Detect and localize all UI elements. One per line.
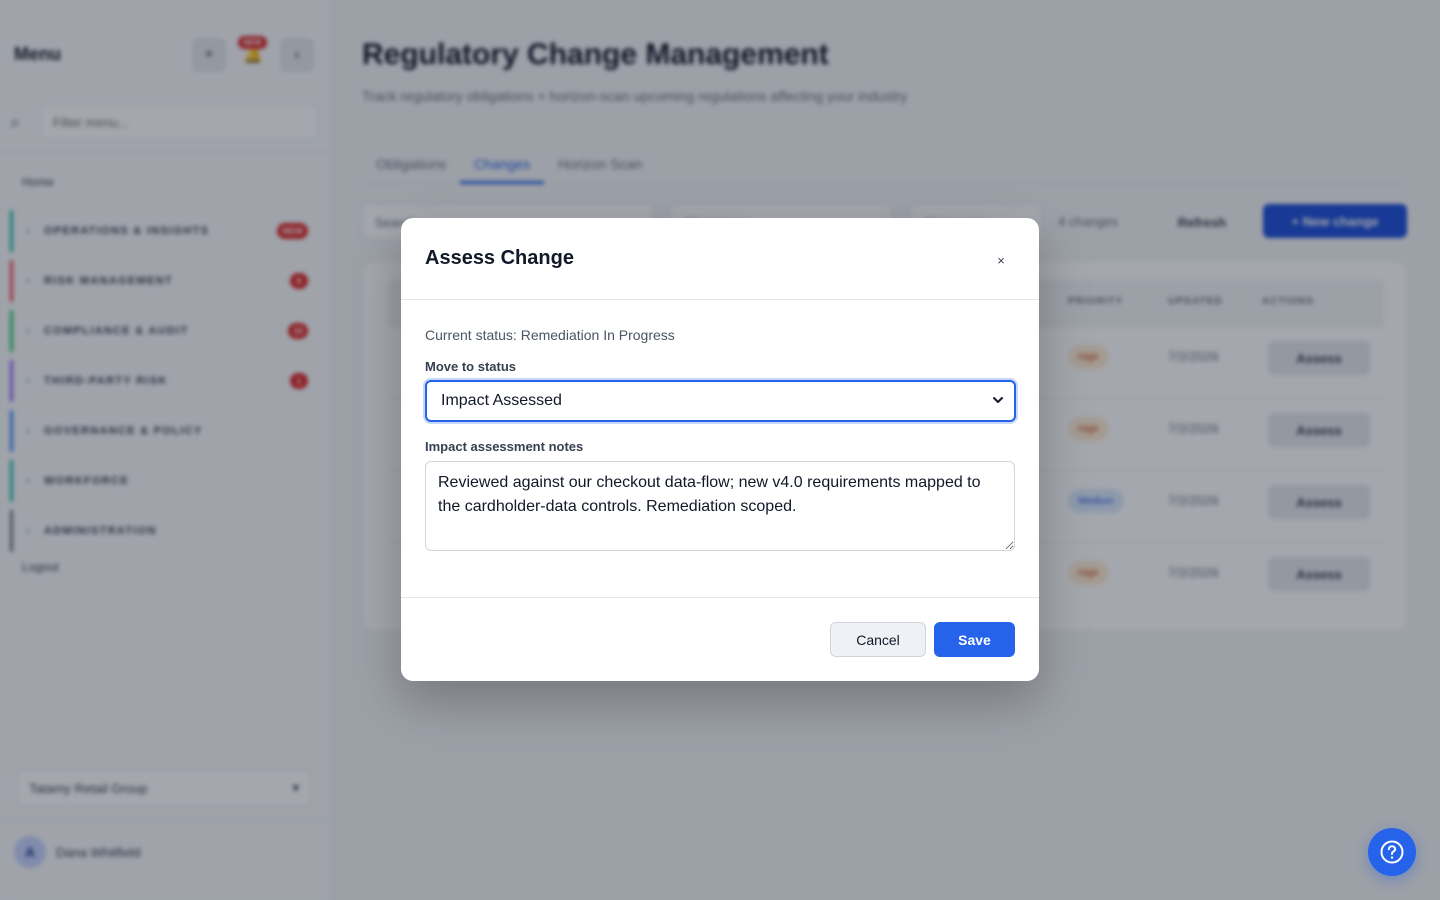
impact-notes-textarea[interactable]: Reviewed against our checkout data-flow;…: [425, 461, 1015, 551]
selected-status: Impact Assessed: [441, 392, 562, 409]
current-status-text: Current status: Remediation In Progress: [425, 327, 675, 343]
chevron-down-icon: [993, 397, 1003, 403]
cancel-button[interactable]: Cancel: [830, 622, 926, 657]
notes-label: Impact assessment notes: [425, 439, 584, 454]
dialog-title: Assess Change: [425, 247, 574, 269]
dialog-footer: Cancel Save: [401, 597, 1039, 681]
close-icon[interactable]: ×: [991, 250, 1011, 270]
dialog-header: Assess Change ×: [401, 218, 1039, 300]
status-select[interactable]: Impact Assessed: [425, 380, 1016, 422]
help-button[interactable]: [1368, 828, 1416, 876]
help-circle-icon: [1380, 840, 1404, 864]
save-button[interactable]: Save: [934, 622, 1015, 657]
assess-change-dialog: Assess Change × Current status: Remediat…: [401, 218, 1039, 681]
move-to-status-label: Move to status: [425, 359, 517, 374]
